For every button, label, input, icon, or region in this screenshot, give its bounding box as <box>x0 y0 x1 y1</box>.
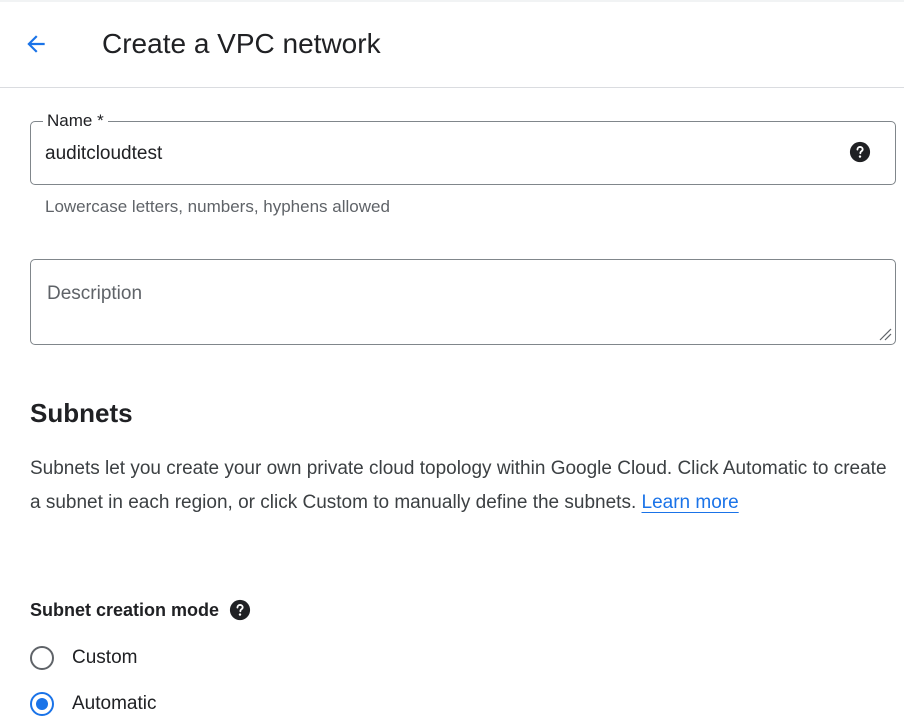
subnets-description-text: Subnets let you create your own private … <box>30 458 887 513</box>
radio-option-automatic[interactable]: Automatic <box>30 690 156 718</box>
page-title: Create a VPC network <box>102 28 381 59</box>
learn-more-link[interactable]: Learn more <box>642 492 739 513</box>
radio-label-custom: Custom <box>72 647 138 668</box>
create-vpc-page: Create a VPC network Name * auditcloudte… <box>0 0 904 719</box>
name-input[interactable]: auditcloudtest <box>45 142 162 166</box>
name-hint: Lowercase letters, numbers, hyphens allo… <box>45 197 390 216</box>
help-circle-icon[interactable] <box>849 141 871 163</box>
radio-option-custom[interactable]: Custom <box>30 644 137 672</box>
radio-label-automatic: Automatic <box>72 693 157 714</box>
radio-button-custom[interactable] <box>30 646 54 670</box>
help-circle-icon[interactable] <box>229 599 251 621</box>
resize-handle-icon[interactable] <box>878 327 892 341</box>
subnets-heading: Subnets <box>30 398 133 428</box>
name-field[interactable]: Name * auditcloudtest <box>30 111 896 185</box>
description-placeholder: Description <box>47 283 143 304</box>
radio-button-automatic[interactable] <box>30 692 54 716</box>
page-header: Create a VPC network <box>0 0 904 88</box>
back-button[interactable] <box>18 26 54 62</box>
subnet-mode-label-text: Subnet creation mode <box>30 600 220 620</box>
name-field-label: Name * <box>43 111 108 131</box>
subnet-mode-label: Subnet creation mode <box>30 598 251 622</box>
description-field[interactable]: Description <box>30 259 896 345</box>
arrow-back-icon <box>27 35 45 53</box>
subnets-description: Subnets let you create your own private … <box>30 452 896 520</box>
